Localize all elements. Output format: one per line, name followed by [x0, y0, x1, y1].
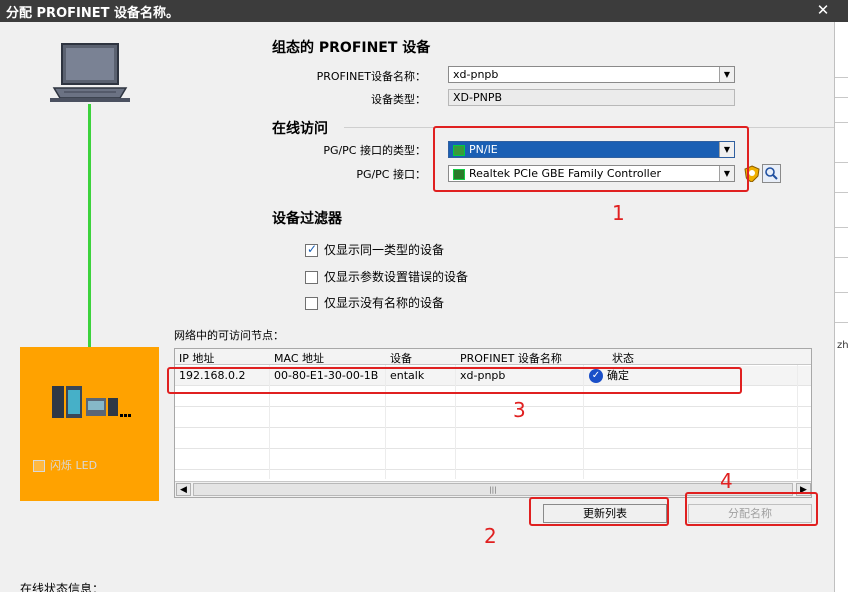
- filter-no-name[interactable]: 仅显示没有名称的设备: [305, 294, 444, 311]
- interface-label: PG/PC 接口：: [356, 168, 426, 181]
- flash-led-option[interactable]: 闪烁 LED: [33, 457, 97, 473]
- accessible-nodes-caption: 网络中的可访问节点：: [174, 329, 284, 342]
- filter-no-name-checkbox[interactable]: [305, 297, 318, 310]
- annotation-number-3: 3: [513, 398, 526, 422]
- assign-name-dialog: 闪烁 LED 组态的 PROFINET 设备 PROFINET设备名称： xd-…: [0, 22, 848, 592]
- filter-param-error-label: 仅显示参数设置错误的设备: [324, 270, 469, 284]
- partial-text: zh: [837, 340, 848, 351]
- divider: [835, 322, 848, 323]
- device-name-value: xd-pnpb: [453, 68, 499, 81]
- title-bar: 分配 PROFINET 设备名称。 ✕: [0, 0, 848, 22]
- device-type-value: XD-PNPB: [453, 91, 503, 104]
- divider: [835, 292, 848, 293]
- divider: [835, 257, 848, 258]
- filter-param-error[interactable]: 仅显示参数设置错误的设备: [305, 268, 468, 285]
- column-status[interactable]: 状态: [612, 350, 634, 366]
- filter-param-error-checkbox[interactable]: [305, 271, 318, 284]
- annotation-box-3: [167, 367, 742, 394]
- online-access-title: 在线访问: [272, 121, 328, 137]
- interface-diagnostics-button[interactable]: [762, 164, 781, 183]
- annotation-box-1: [433, 126, 749, 192]
- online-status-label: 在线状态信息：: [20, 582, 105, 592]
- table-header: IP 地址 MAC 地址 设备 PROFINET 设备名称 状态: [175, 349, 811, 366]
- column-profinet-name[interactable]: PROFINET 设备名称: [460, 350, 562, 366]
- divider: [835, 162, 848, 163]
- chevron-down-icon[interactable]: ▼: [719, 67, 734, 82]
- profinet-device-icon: [52, 384, 132, 427]
- window-title: 分配 PROFINET 设备名称。: [6, 6, 179, 21]
- annotation-box-4: [685, 492, 818, 526]
- configured-device-title: 组态的 PROFINET 设备: [272, 40, 431, 56]
- annotation-number-2: 2: [484, 524, 497, 548]
- column-ip[interactable]: IP 地址: [179, 350, 214, 366]
- column-mac[interactable]: MAC 地址: [274, 350, 324, 366]
- filter-same-type[interactable]: 仅显示同一类型的设备: [305, 241, 444, 258]
- interface-type-label: PG/PC 接口的类型：: [323, 144, 426, 157]
- flash-led-checkbox[interactable]: [33, 460, 45, 472]
- divider: [835, 227, 848, 228]
- magnifier-icon: [765, 167, 778, 180]
- scroll-left-icon[interactable]: ◀: [176, 483, 191, 496]
- filter-same-type-checkbox[interactable]: [305, 242, 318, 257]
- annotation-number-4: 4: [720, 469, 733, 493]
- filter-no-name-label: 仅显示没有名称的设备: [324, 296, 445, 310]
- annotation-box-2: [529, 497, 669, 526]
- table-row-empty: [175, 429, 811, 449]
- device-filter-title: 设备过滤器: [272, 211, 342, 227]
- table-row-empty: [175, 450, 811, 470]
- column-device[interactable]: 设备: [390, 350, 412, 366]
- device-type-field: XD-PNPB: [448, 89, 735, 106]
- flash-led-label: 闪烁 LED: [50, 459, 98, 472]
- pg-pc-laptop-icon: [50, 42, 130, 109]
- divider: [835, 122, 848, 123]
- device-name-label: PROFINET设备名称：: [316, 70, 426, 83]
- column-divider: [797, 365, 798, 479]
- device-name-combobox[interactable]: xd-pnpb ▼: [448, 66, 735, 83]
- annotation-number-1: 1: [612, 201, 625, 225]
- divider: [835, 192, 848, 193]
- filter-same-type-label: 仅显示同一类型的设备: [324, 243, 445, 257]
- divider: [835, 97, 848, 98]
- divider: [835, 77, 848, 78]
- background-panel-strip: zh: [834, 22, 848, 592]
- device-type-label: 设备类型：: [371, 93, 426, 106]
- close-button[interactable]: ✕: [814, 1, 832, 19]
- table-row-empty: [175, 408, 811, 428]
- target-device-panel: 闪烁 LED: [20, 347, 159, 501]
